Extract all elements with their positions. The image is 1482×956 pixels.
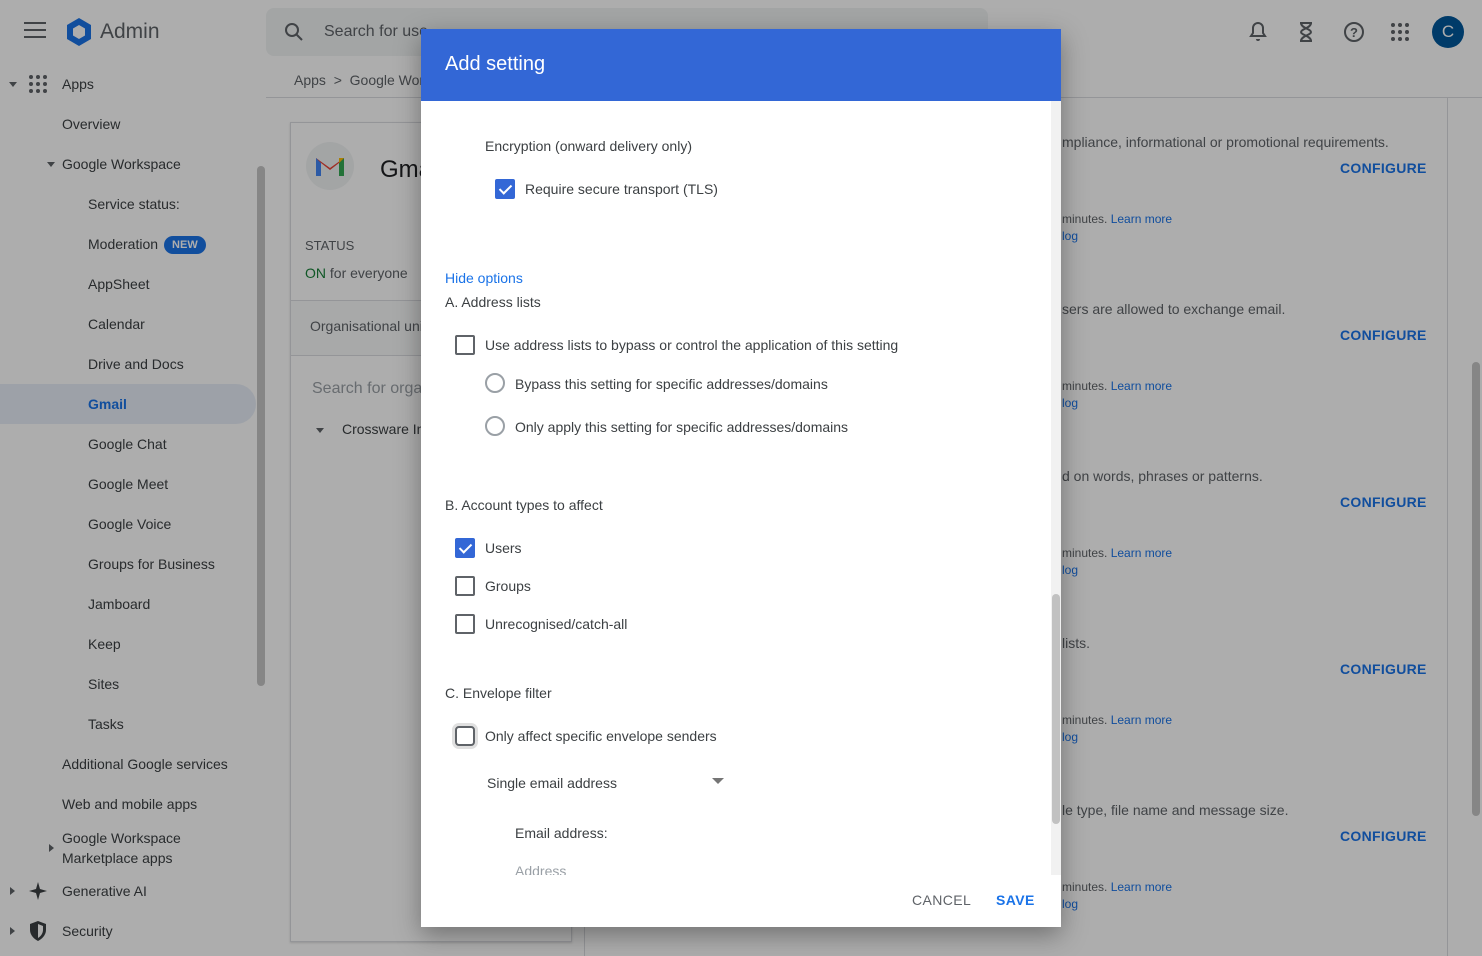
only-apply-radio-label[interactable]: Only apply this setting for specific add… [515,419,848,435]
require-tls-label[interactable]: Require secure transport (TLS) [525,181,718,197]
envelope-senders-label[interactable]: Only affect specific envelope senders [485,728,717,744]
save-button[interactable]: SAVE [996,892,1035,908]
dialog-scrollbar-thumb[interactable] [1052,594,1060,824]
envelope-senders-checkbox[interactable] [455,726,475,746]
add-setting-dialog: Add setting Encryption (onward delivery … [421,29,1061,927]
require-tls-checkbox[interactable] [495,179,515,199]
bypass-radio[interactable] [485,373,505,393]
sender-type-select[interactable]: Single email address [487,775,617,791]
unrecognised-checkbox[interactable] [455,614,475,634]
email-address-label: Email address: [515,825,608,841]
hide-options-link[interactable]: Hide options [445,270,523,286]
unrecognised-label[interactable]: Unrecognised/catch-all [485,616,627,632]
users-label[interactable]: Users [485,540,522,556]
bypass-radio-label[interactable]: Bypass this setting for specific address… [515,376,828,392]
groups-label[interactable]: Groups [485,578,531,594]
users-checkbox[interactable] [455,538,475,558]
dialog-title: Add setting [445,53,546,75]
groups-checkbox[interactable] [455,576,475,596]
address-input[interactable]: Address [515,863,566,875]
section-envelope-filter: C. Envelope filter [445,685,552,701]
only-apply-radio[interactable] [485,416,505,436]
dialog-body: Encryption (onward delivery only) Requir… [421,101,1061,875]
section-address-lists: A. Address lists [445,294,541,310]
dialog-header: Add setting [421,29,1061,101]
use-address-lists-label[interactable]: Use address lists to bypass or control t… [485,337,898,353]
section-account-types: B. Account types to affect [445,497,603,513]
chevron-down-icon[interactable] [712,778,724,784]
use-address-lists-checkbox[interactable] [455,335,475,355]
cancel-button[interactable]: CANCEL [912,892,971,908]
encryption-label: Encryption (onward delivery only) [485,138,692,154]
